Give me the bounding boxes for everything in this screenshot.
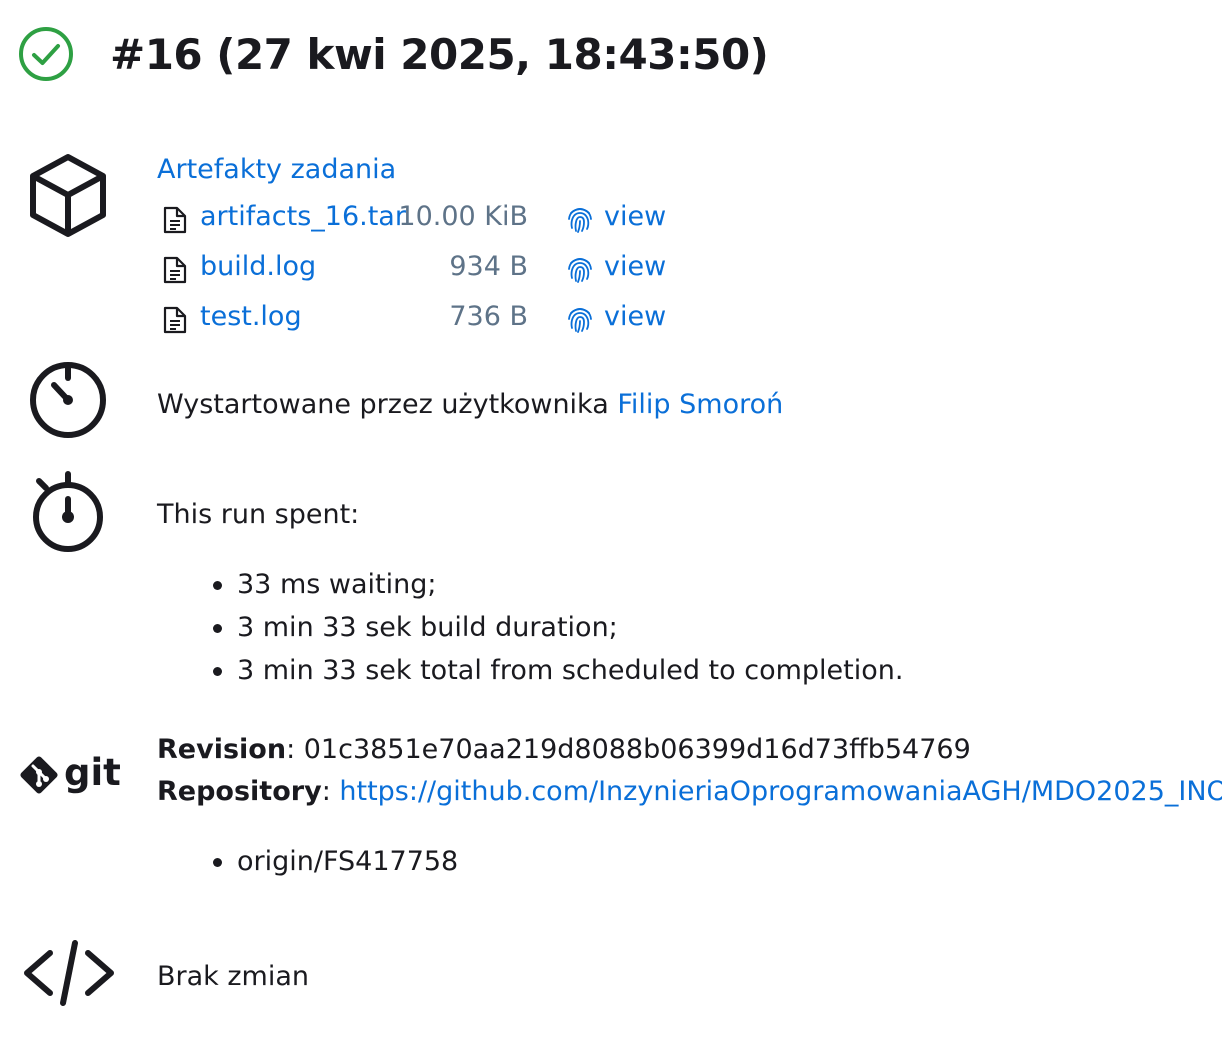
repository-url-link[interactable]: https://github.com/InzynieriaOprogramowa…: [339, 776, 1222, 807]
repository-label: Repository: [157, 776, 322, 807]
list-item: 3 min 33 sek total from scheduled to com…: [157, 649, 903, 692]
stopwatch-icon: [33, 471, 103, 552]
artifact-view-link[interactable]: view: [604, 248, 666, 286]
fingerprint-icon[interactable]: [566, 304, 594, 334]
artifact-view-link[interactable]: view: [604, 198, 666, 236]
changes-text: Brak zmian: [157, 961, 310, 992]
git-diamond-icon: [20, 756, 58, 794]
revision-line: Revision: 01c3851e70aa219d8088b06399d16d…: [157, 732, 971, 768]
revision-hash: : 01c3851e70aa219d8088b06399d16d73ffb547…: [286, 734, 971, 765]
list-item: 33 ms waiting;: [157, 563, 903, 606]
artifact-file-link[interactable]: build.log: [200, 248, 316, 286]
file-icon: [163, 256, 187, 284]
success-check-icon: [19, 27, 73, 81]
code-icon: [24, 940, 114, 1006]
branch-list: origin/FS417758: [157, 840, 458, 883]
repository-separator: :: [321, 776, 340, 807]
fingerprint-icon[interactable]: [566, 254, 594, 284]
artifact-file-link[interactable]: test.log: [200, 298, 302, 336]
file-icon: [163, 206, 187, 234]
revision-label: Revision: [157, 734, 287, 765]
artifacts-link[interactable]: Artefakty zadania: [157, 152, 396, 188]
page-title: #16 (27 kwi 2025, 18:43:50): [110, 30, 769, 79]
artifact-view-link[interactable]: view: [604, 298, 666, 336]
started-by-user-link[interactable]: Filip Smoroń: [617, 389, 783, 420]
artifact-file-size: 934 B: [449, 251, 528, 282]
git-logo: git: [18, 750, 121, 800]
fingerprint-icon[interactable]: [566, 204, 594, 234]
package-box-icon: [30, 154, 106, 237]
started-by-line: Wystartowane przez użytkownika Filip Smo…: [157, 387, 783, 423]
list-item: origin/FS417758: [157, 840, 458, 883]
gauge-icon: [30, 362, 106, 438]
git-logo-text: git: [64, 751, 121, 794]
repository-line: Repository: https://github.com/Inzynieri…: [157, 774, 1222, 810]
list-item: 3 min 33 sek build duration;: [157, 606, 903, 649]
timing-heading: This run spent:: [157, 499, 360, 530]
artifact-file-size: 10.00 KiB: [398, 201, 528, 232]
artifact-file-size: 736 B: [449, 301, 528, 332]
timing-list: 33 ms waiting; 3 min 33 sek build durati…: [157, 563, 903, 692]
file-icon: [163, 306, 187, 334]
started-by-prefix: Wystartowane przez użytkownika: [157, 389, 609, 420]
